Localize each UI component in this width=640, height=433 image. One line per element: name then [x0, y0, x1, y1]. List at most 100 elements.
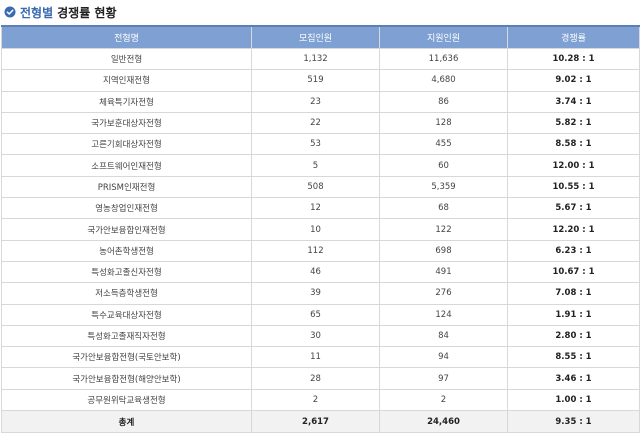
table-row: 특성화고졸재직자전형 30 84 2.80 : 1	[1, 324, 640, 348]
applicants-cell: 491	[379, 260, 508, 284]
quota-cell: 10	[251, 218, 380, 241]
ratio-cell: 3.46 : 1	[507, 367, 640, 390]
quota-cell: 12	[251, 197, 380, 220]
table-row: 영농창업인재전형 12 68 5.67 : 1	[1, 197, 640, 220]
check-circle-icon	[4, 6, 16, 18]
ratio-cell: 12.20 : 1	[507, 218, 640, 241]
applicants-cell: 455	[379, 133, 508, 156]
applicants-cell: 11,636	[379, 47, 508, 71]
section-title: 전형별 경쟁률 현황	[4, 4, 117, 20]
ratio-cell: 10.67 : 1	[507, 260, 640, 284]
column-header-ratio: 경쟁률	[507, 25, 640, 49]
quota-cell: 30	[251, 324, 380, 348]
table-row: 농어촌학생전형 112 698 6.23 : 1	[1, 239, 640, 262]
table-row: 저소득층학생전형 39 276 7.08 : 1	[1, 282, 640, 305]
admission-type-cell: 특수교육대상자전형	[1, 303, 252, 326]
ratio-cell: 7.08 : 1	[507, 282, 640, 305]
quota-cell: 508	[251, 175, 380, 199]
ratio-cell: 8.58 : 1	[507, 133, 640, 156]
quota-cell: 22	[251, 111, 380, 135]
admission-type-cell: 소프트웨어인재전형	[1, 154, 252, 177]
ratio-cell: 1.00 : 1	[507, 388, 640, 412]
admission-type-cell: 저소득층학생전형	[1, 282, 252, 305]
quota-cell: 23	[251, 90, 380, 113]
quota-cell: 112	[251, 239, 380, 262]
table-row: 공무원위탁교육생전형 2 2 1.00 : 1	[1, 388, 640, 412]
total-applicants: 24,460	[379, 410, 508, 433]
ratio-cell: 12.00 : 1	[507, 154, 640, 177]
applicants-cell: 86	[379, 90, 508, 113]
table-row: 국가안보융합인재전형 10 122 12.20 : 1	[1, 218, 640, 241]
admission-type-cell: 국가안보융합전형(해양안보학)	[1, 367, 252, 390]
ratio-cell: 1.91 : 1	[507, 303, 640, 326]
competition-table: 전형명 모집인원 지원인원 경쟁률 일반전형 1,132 11,636 10.28 :…	[1, 25, 640, 433]
table-row: PRISM인재전형 508 5,359 10.55 : 1	[1, 175, 640, 199]
quota-cell: 65	[251, 303, 380, 326]
quota-cell: 5	[251, 154, 380, 177]
quota-cell: 519	[251, 69, 380, 92]
admission-type-cell: 지역인재전형	[1, 69, 252, 92]
table-row: 국가보훈대상자전형 22 128 5.82 : 1	[1, 111, 640, 135]
quota-cell: 1,132	[251, 47, 380, 71]
table-row: 국가안보융합전형(해양안보학) 28 97 3.46 : 1	[1, 367, 640, 390]
table-row: 특수교육대상자전형 65 124 1.91 : 1	[1, 303, 640, 326]
column-header-applicants: 지원인원	[379, 25, 508, 49]
applicants-cell: 97	[379, 367, 508, 390]
table-row: 소프트웨어인재전형 5 60 12.00 : 1	[1, 154, 640, 177]
column-header-name: 전형명	[1, 25, 252, 49]
admission-type-cell: 농어촌학생전형	[1, 239, 252, 262]
total-ratio: 9.35 : 1	[507, 410, 640, 433]
total-quota: 2,617	[251, 410, 380, 433]
admission-type-cell: 국가안보융합전형(국토안보학)	[1, 346, 252, 369]
table-row: 국가안보융합전형(국토안보학) 11 94 8.55 : 1	[1, 346, 640, 369]
quota-cell: 46	[251, 260, 380, 284]
ratio-cell: 3.74 : 1	[507, 90, 640, 113]
applicants-cell: 94	[379, 346, 508, 369]
applicants-cell: 4,680	[379, 69, 508, 92]
quota-cell: 39	[251, 282, 380, 305]
title-text: 경쟁률 현황	[57, 5, 117, 20]
admission-type-cell: 특성화고졸신자전형	[1, 260, 252, 284]
admission-type-cell: 고른기회대상자전형	[1, 133, 252, 156]
quota-cell: 11	[251, 346, 380, 369]
table-row: 일반전형 1,132 11,636 10.28 : 1	[1, 47, 640, 71]
applicants-cell: 128	[379, 111, 508, 135]
quota-cell: 53	[251, 133, 380, 156]
total-label: 총계	[1, 410, 252, 433]
table-row: 고른기회대상자전형 53 455 8.58 : 1	[1, 133, 640, 156]
applicants-cell: 122	[379, 218, 508, 241]
ratio-cell: 5.67 : 1	[507, 197, 640, 220]
table-row: 지역인재전형 519 4,680 9.02 : 1	[1, 69, 640, 92]
admission-type-cell: 공무원위탁교육생전형	[1, 388, 252, 412]
column-header-quota: 모집인원	[251, 25, 380, 49]
ratio-cell: 10.55 : 1	[507, 175, 640, 199]
applicants-cell: 276	[379, 282, 508, 305]
quota-cell: 2	[251, 388, 380, 412]
table-row: 특성화고졸신자전형 46 491 10.67 : 1	[1, 260, 640, 284]
applicants-cell: 60	[379, 154, 508, 177]
admission-type-cell: 국가보훈대상자전형	[1, 111, 252, 135]
ratio-cell: 2.80 : 1	[507, 324, 640, 348]
title-accent: 전형별	[20, 5, 54, 20]
admission-type-cell: 국가안보융합인재전형	[1, 218, 252, 241]
applicants-cell: 68	[379, 197, 508, 220]
applicants-cell: 698	[379, 239, 508, 262]
ratio-cell: 5.82 : 1	[507, 111, 640, 135]
table-header-row: 전형명 모집인원 지원인원 경쟁률	[1, 25, 640, 49]
applicants-cell: 2	[379, 388, 508, 412]
ratio-cell: 8.55 : 1	[507, 346, 640, 369]
total-row: 총계 2,617 24,460 9.35 : 1	[1, 410, 640, 433]
applicants-cell: 5,359	[379, 175, 508, 199]
applicants-cell: 124	[379, 303, 508, 326]
admission-type-cell: PRISM인재전형	[1, 175, 252, 199]
admission-type-cell: 일반전형	[1, 47, 252, 71]
admission-type-cell: 영농창업인재전형	[1, 197, 252, 220]
ratio-cell: 10.28 : 1	[507, 47, 640, 71]
quota-cell: 28	[251, 367, 380, 390]
table-row: 체육특기자전형 23 86 3.74 : 1	[1, 90, 640, 113]
ratio-cell: 9.02 : 1	[507, 69, 640, 92]
ratio-cell: 6.23 : 1	[507, 239, 640, 262]
admission-type-cell: 특성화고졸재직자전형	[1, 324, 252, 348]
applicants-cell: 84	[379, 324, 508, 348]
admission-type-cell: 체육특기자전형	[1, 90, 252, 113]
